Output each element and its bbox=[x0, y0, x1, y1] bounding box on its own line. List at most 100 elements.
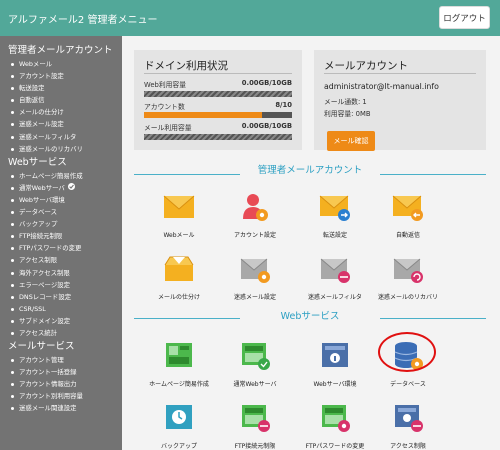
tile-homepage-builder[interactable]: ホームページ簡易作成 bbox=[139, 338, 219, 388]
logout-button[interactable]: ログアウト bbox=[439, 6, 490, 29]
sidebar-heading-web[interactable]: Webサービス bbox=[0, 155, 122, 170]
web-usage-label: Web利用容量 bbox=[144, 81, 187, 89]
mail-account-panel: メールアカウント administrator@lt-manual.info メー… bbox=[314, 50, 486, 151]
app-header: アルファメール2 管理者メニュー ログアウト bbox=[0, 0, 500, 36]
web-mail-icon bbox=[163, 195, 195, 218]
web-usage-row: Web利用容量 0.00GB/10GB bbox=[144, 77, 292, 90]
domain-usage-panel: ドメイン利用状況 Web利用容量 0.00GB/10GB アカウント数 8/10… bbox=[134, 50, 302, 150]
tile-webmail[interactable]: Webメール bbox=[139, 189, 219, 239]
sidebar-item-server-env[interactable]: Webサーバ環境 bbox=[0, 194, 122, 206]
app-title: アルファメール2 管理者メニュー bbox=[8, 15, 158, 26]
tile-label: 通常Webサーバ bbox=[233, 381, 277, 388]
spam-filter-icon bbox=[320, 258, 350, 283]
tile-access-restrict[interactable]: アクセス制限 bbox=[368, 400, 448, 450]
divider bbox=[144, 73, 292, 74]
tile-label: アクセス制限 bbox=[390, 443, 426, 450]
sidebar-item-error-pages[interactable]: エラーページ設定 bbox=[0, 279, 122, 291]
backup-icon bbox=[166, 405, 192, 429]
sidebar-item-overseas-restrict[interactable]: 海外アクセス制限 bbox=[0, 267, 122, 279]
tile-label: バックアップ bbox=[160, 443, 197, 450]
tile-spam-settings[interactable]: 迷惑メール設定 bbox=[215, 251, 295, 301]
web-server-icon bbox=[242, 343, 270, 370]
auto-reply-icon bbox=[392, 195, 423, 221]
access-restrict-icon bbox=[395, 405, 423, 432]
mail-sort-icon bbox=[164, 256, 194, 281]
web-usage-bar bbox=[144, 91, 292, 97]
account-count-bar bbox=[144, 112, 292, 118]
tile-ftp-restrict[interactable]: FTP接続元制限 bbox=[215, 400, 295, 450]
tile-label: データベース bbox=[390, 381, 426, 388]
sidebar-item-access-restrict[interactable]: アクセス制限 bbox=[0, 254, 122, 266]
sidebar-item-mail-sort[interactable]: メールの仕分け bbox=[0, 106, 122, 118]
sidebar-item-backup[interactable]: バックアップ bbox=[0, 218, 122, 230]
account-count-value: 8/10 bbox=[275, 101, 292, 109]
homepage-builder-icon bbox=[166, 343, 192, 367]
sidebar-item-account-usage[interactable]: アカウント別利用容量 bbox=[0, 390, 122, 402]
ftp-password-icon bbox=[322, 405, 350, 432]
mail-address: administrator@lt-manual.info bbox=[324, 82, 439, 91]
account-settings-icon bbox=[243, 194, 268, 221]
domain-usage-title: ドメイン利用状況 bbox=[144, 60, 228, 72]
tile-spam-filter[interactable]: 迷惑メールフィルタ bbox=[295, 251, 375, 301]
sidebar-item-subdomain[interactable]: サブドメイン設定 bbox=[0, 315, 122, 327]
sidebar-item-database[interactable]: データベース bbox=[0, 206, 122, 218]
sidebar-item-account-manage[interactable]: アカウント管理 bbox=[0, 354, 122, 366]
divider bbox=[324, 73, 476, 74]
tile-label: Webメール bbox=[163, 232, 195, 239]
tile-web-server[interactable]: 通常Webサーバ bbox=[215, 338, 295, 388]
mail-count: メール通数: 1 bbox=[324, 98, 367, 106]
web-section-title: Webサービス bbox=[240, 308, 380, 322]
forwarding-icon bbox=[319, 195, 350, 221]
tile-mail-sort[interactable]: メールの仕分け bbox=[139, 251, 219, 301]
mail-usage-bar bbox=[144, 134, 292, 140]
sidebar-heading-mail[interactable]: メールサービス bbox=[0, 339, 122, 354]
sidebar-heading-admin[interactable]: 管理者メールアカウント bbox=[0, 43, 122, 58]
sidebar-item-dns-records[interactable]: DNSレコード設定 bbox=[0, 291, 122, 303]
ftp-restrict-icon bbox=[242, 405, 270, 432]
sidebar: 管理者メールアカウント Webメール アカウント設定 転送設定 自動返信 メール… bbox=[0, 36, 122, 450]
sidebar-item-bulk-register[interactable]: アカウント一括登録 bbox=[0, 366, 122, 378]
check-circle-icon bbox=[67, 183, 75, 191]
account-count-fill bbox=[144, 112, 263, 118]
tile-backup[interactable]: バックアップ bbox=[139, 400, 219, 450]
sidebar-item-web-server[interactable]: 通常Webサーバ bbox=[0, 182, 122, 194]
tile-label: 迷惑メールのリカバリ bbox=[377, 294, 438, 301]
tile-label: 迷惑メール設定 bbox=[233, 294, 276, 301]
sidebar-item-spam-related[interactable]: 迷惑メール関連設定 bbox=[0, 402, 122, 414]
account-count-row: アカウント数 8/10 bbox=[144, 99, 292, 112]
tile-account-settings[interactable]: アカウント設定 bbox=[215, 189, 295, 239]
tile-label: Webサーバ環境 bbox=[313, 381, 357, 388]
spam-settings-icon bbox=[240, 258, 270, 283]
admin-section-title: 管理者メールアカウント bbox=[240, 162, 380, 176]
tile-label: アカウント設定 bbox=[233, 232, 276, 239]
tile-label: メールの仕分け bbox=[157, 294, 200, 301]
sidebar-item-spam-settings[interactable]: 迷惑メール設定 bbox=[0, 118, 122, 130]
tile-ftp-password[interactable]: FTPパスワードの変更 bbox=[295, 400, 375, 450]
sidebar-item-ftp-password[interactable]: FTPパスワードの変更 bbox=[0, 242, 122, 254]
sidebar-item-forwarding[interactable]: 転送設定 bbox=[0, 82, 122, 94]
tile-spam-recovery[interactable]: 迷惑メールのリカバリ bbox=[368, 251, 448, 301]
sidebar-item-access-stats[interactable]: アクセス統計 bbox=[0, 327, 122, 339]
mail-usage-label: メール利用容量 bbox=[144, 124, 192, 132]
tile-label: FTPパスワードの変更 bbox=[305, 443, 365, 450]
sidebar-item-spam-filter[interactable]: 迷惑メールフィルタ bbox=[0, 131, 122, 143]
mail-confirm-button[interactable]: メール確認 bbox=[327, 131, 375, 151]
spam-recovery-icon bbox=[393, 258, 423, 283]
tile-label: 迷惑メールフィルタ bbox=[308, 294, 362, 301]
highlight-circle bbox=[378, 332, 436, 372]
sidebar-item-ftp-restrict[interactable]: FTP接続元制限 bbox=[0, 230, 122, 242]
mail-usage-value: 0.00GB/10GB bbox=[241, 122, 292, 130]
tile-auto-reply[interactable]: 自動返信 bbox=[368, 189, 448, 239]
sidebar-item-homepage-builder[interactable]: ホームページ簡易作成 bbox=[0, 170, 122, 182]
tile-server-env[interactable]: Webサーバ環境 bbox=[295, 338, 375, 388]
sidebar-item-webmail[interactable]: Webメール bbox=[0, 58, 122, 70]
sidebar-item-spam-recovery[interactable]: 迷惑メールのリカバリ bbox=[0, 143, 122, 155]
tile-forwarding[interactable]: 転送設定 bbox=[295, 189, 375, 239]
tile-label: ホームページ簡易作成 bbox=[149, 381, 209, 388]
tile-label: FTP接続元制限 bbox=[234, 443, 276, 450]
sidebar-item-account-export[interactable]: アカウント情報出力 bbox=[0, 378, 122, 390]
sidebar-item-account-settings[interactable]: アカウント設定 bbox=[0, 70, 122, 82]
sidebar-item-label: 通常Webサーバ bbox=[19, 183, 65, 192]
sidebar-item-csr-ssl[interactable]: CSR/SSL bbox=[0, 303, 122, 315]
sidebar-item-auto-reply[interactable]: 自動返信 bbox=[0, 94, 122, 106]
